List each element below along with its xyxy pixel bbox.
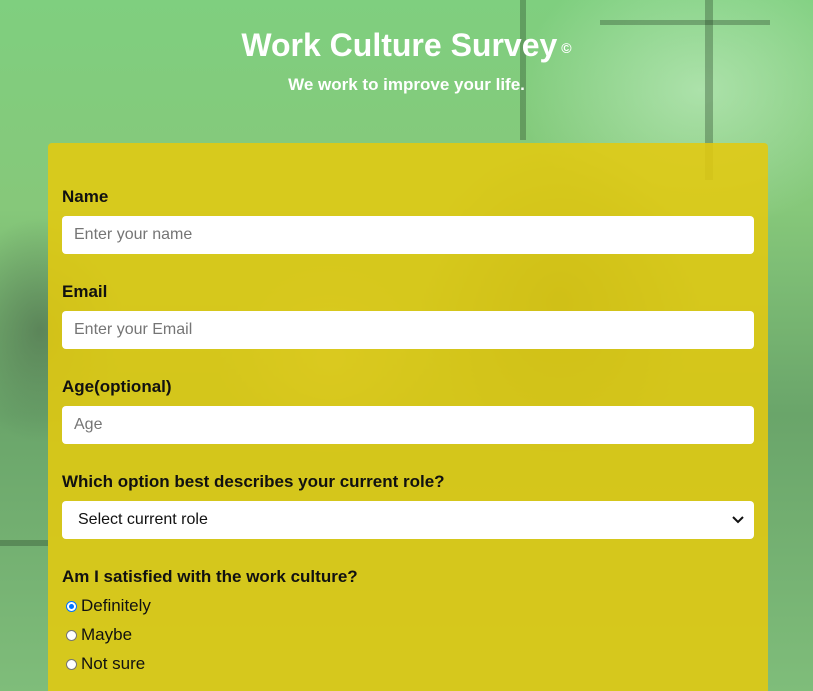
radio-label-maybe: Maybe xyxy=(81,625,133,644)
title-text: Work Culture Survey xyxy=(241,27,558,63)
email-input[interactable] xyxy=(62,311,754,349)
copyright-icon: © xyxy=(561,39,572,56)
survey-form: Name Email Age(optional) Which option be… xyxy=(48,143,768,691)
radio-option-maybe[interactable]: Maybe xyxy=(66,625,132,645)
radio-label-not-sure: Not sure xyxy=(81,654,146,673)
role-select-value: Select current role xyxy=(78,511,208,528)
radio-label-definitely: Definitely xyxy=(81,596,151,615)
email-label: Email xyxy=(62,282,108,301)
radio-button-definitely[interactable] xyxy=(66,600,77,612)
background-window-frame xyxy=(0,540,48,546)
page-subtitle: We work to improve your life. xyxy=(288,74,525,94)
role-label: Which option best describes your current… xyxy=(62,472,445,491)
survey-header: Work Culture Survey © We work to improve … xyxy=(0,26,813,95)
name-input[interactable] xyxy=(62,216,754,254)
radio-button-not-sure[interactable] xyxy=(66,658,77,670)
radio-option-definitely[interactable]: Definitely xyxy=(66,596,151,616)
satisfaction-label: Am I satisfied with the work culture? xyxy=(62,567,358,586)
radio-option-not-sure[interactable]: Not sure xyxy=(66,654,145,674)
page-title: Work Culture Survey © xyxy=(0,26,813,67)
radio-button-maybe[interactable] xyxy=(66,629,77,641)
page-background: Work Culture Survey © We work to improve … xyxy=(0,0,813,691)
background-window-frame xyxy=(600,20,770,25)
age-input[interactable] xyxy=(62,406,754,444)
age-label: Age(optional) xyxy=(62,377,172,396)
name-label: Name xyxy=(62,187,109,206)
role-select[interactable]: Select current role xyxy=(62,501,754,539)
chevron-down-icon xyxy=(732,513,744,527)
